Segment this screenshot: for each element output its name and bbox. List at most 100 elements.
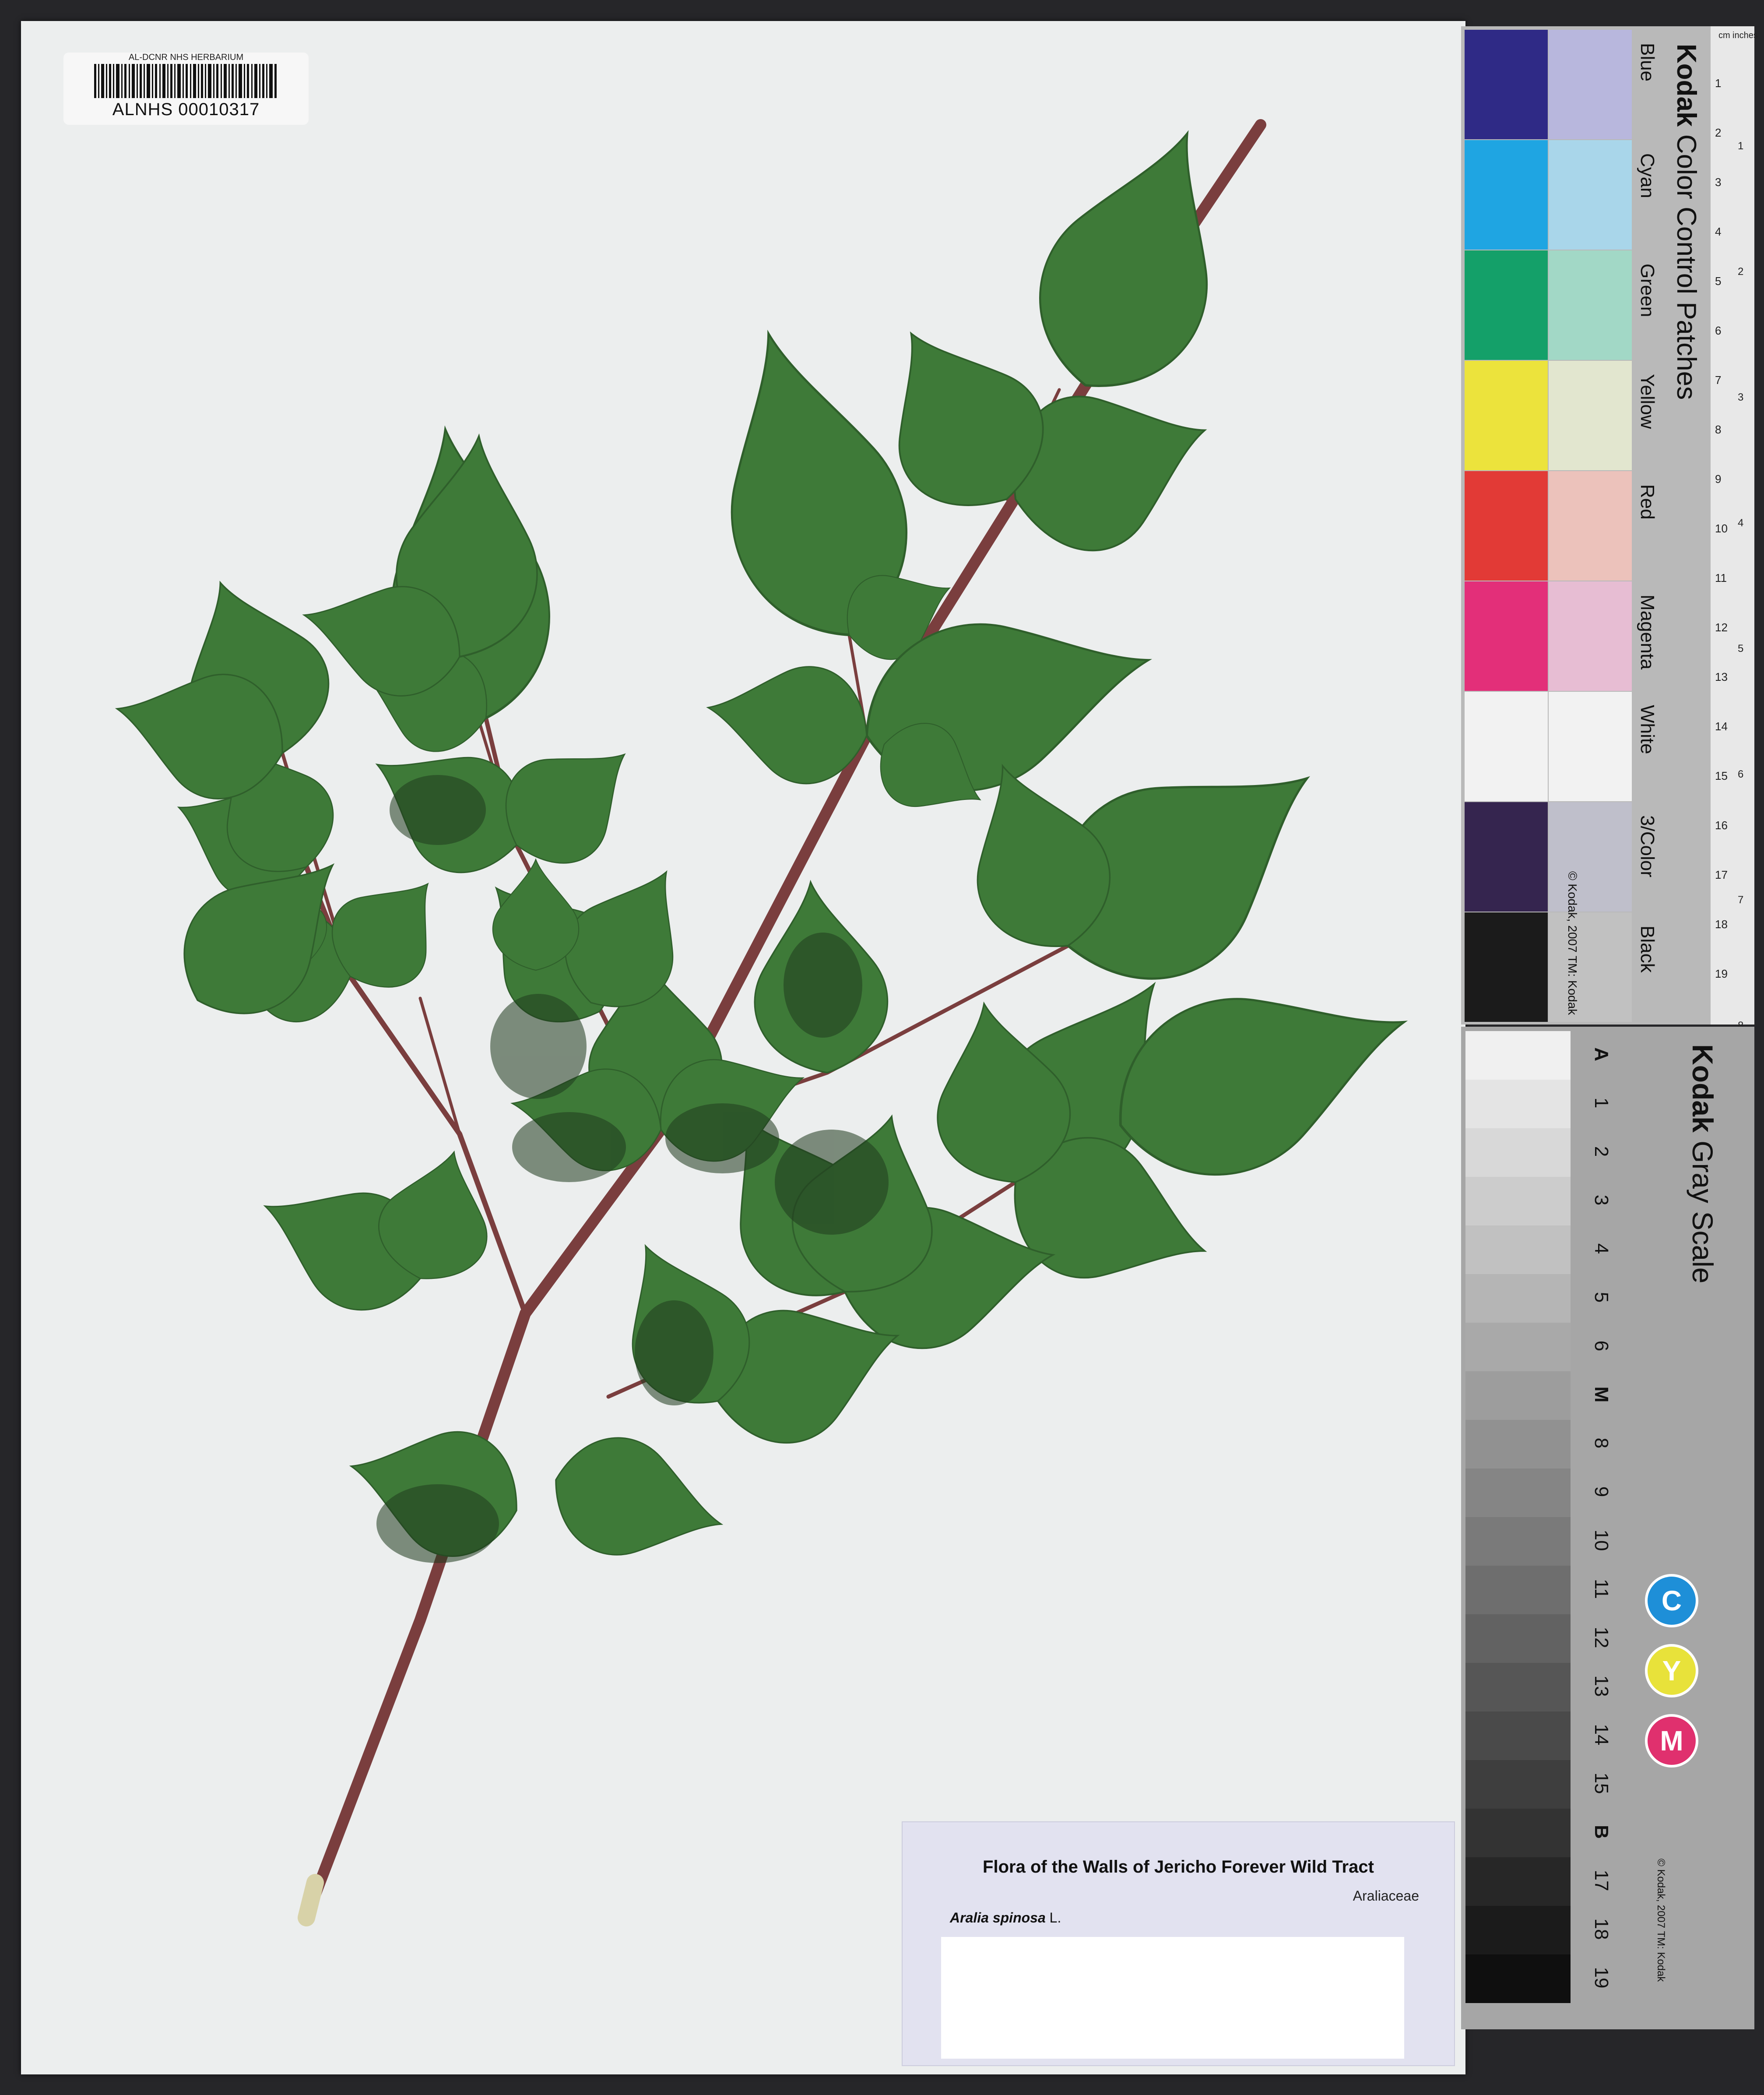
- cm-tick-label: 4: [1715, 225, 1722, 238]
- color-patch-strong: [1465, 912, 1548, 1022]
- gray-step-label: B: [1591, 1825, 1612, 1839]
- cm-unit-label: cm: [1718, 31, 1730, 40]
- gray-step-label: 2: [1591, 1146, 1612, 1157]
- cm-tick-label: 8: [1715, 423, 1722, 436]
- gray-step: [1465, 1420, 1571, 1468]
- inch-tick-label: 6: [1738, 768, 1744, 780]
- gray-step-label: 11: [1591, 1579, 1612, 1599]
- color-patch-light: [1549, 692, 1632, 801]
- gray-step-label: 6: [1591, 1340, 1612, 1352]
- color-patch-light: [1549, 30, 1632, 139]
- gray-step: [1465, 1906, 1571, 1954]
- gray-step-label: 15: [1591, 1772, 1612, 1794]
- color-patch-light: [1549, 140, 1632, 250]
- genus-species: Aralia spinosa: [950, 1910, 1046, 1926]
- inch-tick-label: 1: [1738, 140, 1744, 152]
- gray-step: [1465, 1663, 1571, 1711]
- color-patch-label: 3/Color: [1637, 815, 1658, 877]
- cmy-dot: Y: [1645, 1644, 1698, 1697]
- cm-tick-label: 5: [1715, 275, 1722, 288]
- cm-tick-label: 19: [1715, 967, 1728, 980]
- color-patch-light: [1549, 581, 1632, 691]
- color-patch-strong: [1465, 581, 1548, 691]
- cmy-dot: C: [1645, 1574, 1698, 1627]
- gray-card-title-text: Gray Scale: [1687, 1141, 1719, 1284]
- cm-tick-label: 7: [1715, 373, 1722, 387]
- cm-tick-label: 6: [1715, 324, 1722, 337]
- cm-ruler: cm inches 1 2 3 4 5 6 7 8 9 10 11 12 13 14 15 16 17 18 19 1…: [1711, 26, 1758, 1032]
- color-card-brand: Kodak: [1671, 44, 1701, 127]
- inch-tick-label: 3: [1738, 391, 1744, 403]
- color-patch-light: [1549, 912, 1632, 1022]
- color-card-title: Kodak Color Control Patches: [1671, 44, 1702, 400]
- branch: [418, 996, 461, 1136]
- herbarium-label: Flora of the Walls of Jericho Forever Wi…: [902, 1821, 1455, 2066]
- color-patch-label: Red: [1637, 484, 1658, 520]
- gray-step: [1465, 1760, 1571, 1809]
- gray-step: [1465, 1711, 1571, 1760]
- cmy-dot: M: [1645, 1714, 1698, 1768]
- color-patch-strong: [1465, 140, 1548, 250]
- color-patch-strong: [1465, 802, 1548, 912]
- color-patch-label: Magenta: [1637, 595, 1658, 670]
- cm-tick-label: 16: [1715, 819, 1728, 832]
- gray-step-label: A: [1591, 1047, 1612, 1061]
- color-patch-light: [1549, 250, 1632, 360]
- inch-unit-label: inches: [1732, 31, 1758, 40]
- cm-tick-label: 10: [1715, 522, 1728, 535]
- color-card-copyright: © Kodak, 2007 TM: Kodak: [1566, 871, 1579, 1015]
- gray-step-label: 14: [1591, 1724, 1612, 1746]
- gray-step-label: 12: [1591, 1627, 1612, 1648]
- gray-step: [1465, 1468, 1571, 1517]
- cm-tick-label: 9: [1715, 472, 1722, 486]
- gray-step: [1465, 1857, 1571, 1906]
- color-patch-strong: [1465, 471, 1548, 581]
- color-patch-light: [1549, 802, 1632, 912]
- gray-step: [1465, 1566, 1571, 1614]
- gray-step: [1465, 1323, 1571, 1371]
- cm-tick-label: 17: [1715, 868, 1728, 881]
- gray-step: [1465, 1225, 1571, 1274]
- gray-step-label: 4: [1591, 1243, 1612, 1254]
- color-patch-strong: [1465, 692, 1548, 801]
- gray-step: [1465, 1128, 1571, 1177]
- gray-step-label: 1: [1591, 1097, 1612, 1109]
- gray-step-label: 19: [1591, 1967, 1612, 1989]
- inch-tick-label: 2: [1738, 266, 1744, 278]
- gray-step-label: 10: [1591, 1529, 1612, 1551]
- pressed-plant-specimen: [100, 0, 1462, 1926]
- cm-tick-label: 11: [1715, 571, 1727, 584]
- gray-step: [1465, 1031, 1571, 1080]
- color-patch-label: Black: [1637, 926, 1658, 973]
- gray-card-brand: Kodak: [1687, 1044, 1719, 1133]
- color-patch-strong: [1465, 361, 1548, 470]
- gray-step: [1465, 1954, 1571, 2003]
- cm-tick-label: 2: [1715, 126, 1722, 139]
- gray-step-label: 9: [1591, 1486, 1612, 1497]
- color-patch-light: [1549, 361, 1632, 470]
- color-patch-strong: [1465, 250, 1548, 360]
- gray-step-label: 3: [1591, 1194, 1612, 1206]
- color-patch-label: Green: [1637, 264, 1658, 317]
- family-name: Araliaceae: [1353, 1888, 1419, 1904]
- color-patch-label: Yellow: [1637, 374, 1658, 429]
- redacted-area: [941, 1937, 1404, 2059]
- gray-step-label: 17: [1591, 1870, 1612, 1891]
- color-control-card: Kodak Color Control Patches © Kodak, 200…: [1461, 26, 1758, 1032]
- gray-step: [1465, 1517, 1571, 1566]
- petiole-base: [298, 1874, 324, 1926]
- cm-tick-label: 3: [1715, 176, 1722, 189]
- gray-step: [1465, 1274, 1571, 1323]
- scientific-name: Aralia spinosa L.: [950, 1910, 1061, 1926]
- collection-title: Flora of the Walls of Jericho Forever Wi…: [983, 1857, 1374, 1877]
- inch-tick-label: 4: [1738, 517, 1744, 529]
- gray-step: [1465, 1809, 1571, 1857]
- gray-step-label: 8: [1591, 1437, 1612, 1449]
- gray-step-label: 13: [1591, 1675, 1612, 1697]
- cm-tick-label: 15: [1715, 769, 1728, 782]
- gray-step: [1465, 1614, 1571, 1663]
- color-patch-label: Cyan: [1637, 153, 1658, 198]
- gray-step-label: M: [1591, 1386, 1612, 1403]
- cm-tick-label: 12: [1715, 621, 1728, 634]
- gray-step-label: 18: [1591, 1918, 1612, 1940]
